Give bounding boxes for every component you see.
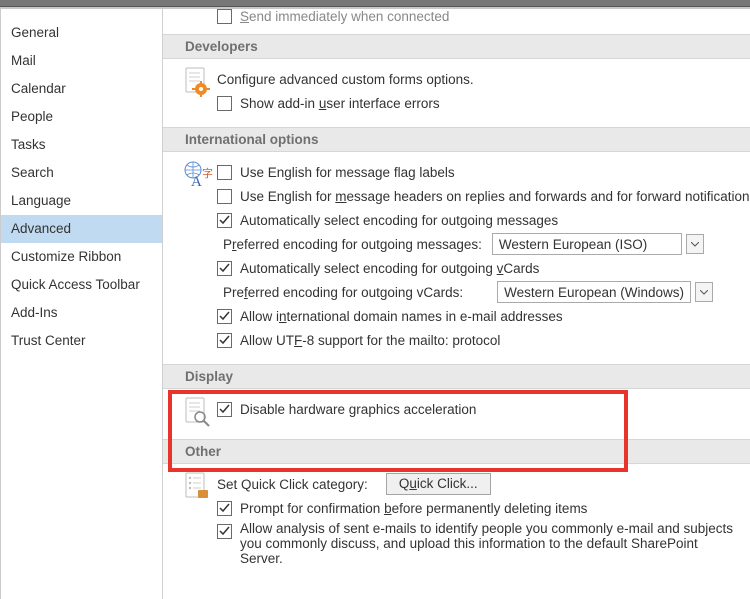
allow-idn-label: Allow international domain names in e-ma… (240, 309, 563, 324)
options-sidebar: General Mail Calendar People Tasks Searc… (0, 9, 162, 599)
section-header-display: Display (163, 364, 750, 389)
sidebar-item-customize-ribbon[interactable]: Customize Ribbon (1, 243, 162, 271)
sidebar-item-label: Advanced (11, 221, 71, 236)
prompt-delete-label: Prompt for confirmation before permanent… (240, 501, 587, 516)
options-main-panel: Send immediately when connected Develope… (162, 9, 750, 599)
developers-desc: Configure advanced custom forms options. (217, 72, 474, 87)
auto-encoding-messages-label: Automatically select encoding for outgoi… (240, 213, 558, 228)
english-flag-labels-checkbox[interactable] (217, 165, 232, 180)
section-header-international: International options (163, 127, 750, 152)
section-header-developers: Developers (163, 34, 750, 59)
svg-text:字: 字 (202, 166, 213, 180)
send-immediately-checkbox[interactable] (217, 9, 232, 24)
sidebar-item-mail[interactable]: Mail (1, 47, 162, 75)
auto-encoding-vcards-checkbox[interactable] (217, 261, 232, 276)
display-icon (183, 397, 217, 427)
svg-text:A: A (191, 174, 202, 190)
sidebar-item-trust-center[interactable]: Trust Center (1, 327, 162, 355)
select-value: Western European (Windows) (504, 285, 684, 300)
sidebar-item-tasks[interactable]: Tasks (1, 131, 162, 159)
chevron-down-icon[interactable] (686, 234, 704, 254)
sidebar-item-add-ins[interactable]: Add-Ins (1, 299, 162, 327)
prompt-delete-checkbox[interactable] (217, 501, 232, 516)
sidebar-item-label: Quick Access Toolbar (11, 277, 140, 292)
sidebar-item-label: General (11, 25, 59, 40)
options-dialog: General Mail Calendar People Tasks Searc… (0, 9, 750, 599)
sidebar-item-quick-access-toolbar[interactable]: Quick Access Toolbar (1, 271, 162, 299)
allow-utf8-mailto-label: Allow UTF-8 support for the mailto: prot… (240, 333, 500, 348)
english-message-headers-label: Use English for message headers on repli… (240, 189, 750, 204)
sidebar-item-label: Calendar (11, 81, 66, 96)
allow-utf8-mailto-checkbox[interactable] (217, 333, 232, 348)
auto-encoding-messages-checkbox[interactable] (217, 213, 232, 228)
sidebar-item-people[interactable]: People (1, 103, 162, 131)
chevron-down-icon[interactable] (695, 282, 713, 302)
sidebar-item-label: Mail (11, 53, 36, 68)
developers-icon (183, 67, 217, 115)
truncated-row: Send immediately when connected (163, 9, 750, 28)
show-addin-errors-label: Show add-in user interface errors (240, 96, 440, 111)
sidebar-item-calendar[interactable]: Calendar (1, 75, 162, 103)
preferred-encoding-messages-label: Preferred encoding for outgoing messages… (223, 237, 482, 252)
send-immediately-label: Send immediately when connected (240, 9, 449, 24)
sidebar-item-general[interactable]: General (1, 19, 162, 47)
sidebar-item-label: Tasks (11, 137, 46, 152)
sidebar-item-search[interactable]: Search (1, 159, 162, 187)
show-addin-errors-checkbox[interactable] (217, 96, 232, 111)
sidebar-item-label: Add-Ins (11, 305, 58, 320)
international-icon: A 字 (183, 160, 217, 352)
quick-click-button[interactable]: Quick Click... (386, 473, 491, 495)
section-international: International options A 字 Use English fo… (163, 127, 750, 358)
section-display: Display Disable hardware graph (163, 364, 750, 433)
allow-analysis-label: Allow analysis of sent e-mails to identi… (240, 521, 744, 566)
sidebar-item-label: People (11, 109, 53, 124)
disable-hw-accel-label: Disable hardware graphics acceleration (240, 402, 476, 417)
select-value: Western European (ISO) (499, 237, 647, 252)
sidebar-item-label: Search (11, 165, 54, 180)
section-header-other: Other (163, 439, 750, 464)
sidebar-item-label: Language (11, 193, 71, 208)
other-icon (183, 472, 217, 567)
english-flag-labels-label: Use English for message flag labels (240, 165, 455, 180)
preferred-encoding-vcards-label: Preferred encoding for outgoing vCards: (223, 285, 463, 300)
window-titlebar (0, 0, 750, 7)
allow-analysis-checkbox[interactable] (217, 524, 232, 539)
preferred-encoding-messages-select[interactable]: Western European (ISO) (492, 233, 682, 255)
quick-click-label: Set Quick Click category: (217, 477, 368, 492)
allow-idn-checkbox[interactable] (217, 309, 232, 324)
auto-encoding-vcards-label: Automatically select encoding for outgoi… (240, 261, 539, 276)
section-other: Other Set Quick Click category: (163, 439, 750, 573)
sidebar-item-language[interactable]: Language (1, 187, 162, 215)
english-message-headers-checkbox[interactable] (217, 189, 232, 204)
preferred-encoding-vcards-select[interactable]: Western European (Windows) (497, 281, 691, 303)
sidebar-item-advanced[interactable]: Advanced (1, 215, 162, 243)
sidebar-item-label: Trust Center (11, 333, 86, 348)
sidebar-item-label: Customize Ribbon (11, 249, 121, 264)
disable-hw-accel-checkbox[interactable] (217, 402, 232, 417)
section-developers: Developers (163, 34, 750, 121)
